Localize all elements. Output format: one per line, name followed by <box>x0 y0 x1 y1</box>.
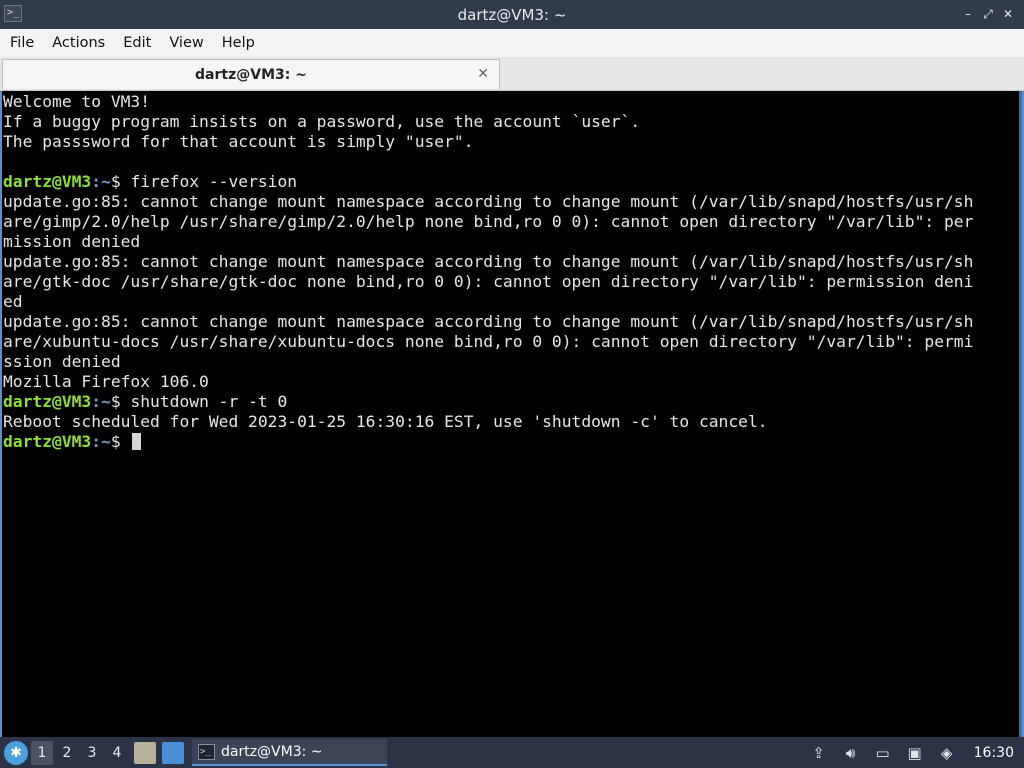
terminal-line: If a buggy program insists on a password… <box>3 112 641 131</box>
terminal-line: are/gimp/2.0/help /usr/share/gimp/2.0/he… <box>3 212 974 231</box>
workspace-2[interactable]: 2 <box>56 741 78 765</box>
terminal-prompt-line: dartz@VM3:~$ shutdown -r -t 0 <box>3 392 1022 412</box>
whisker-menu-icon[interactable]: ✱ <box>4 740 28 765</box>
file-manager-icon[interactable] <box>134 741 156 764</box>
terminal-prompt-line: dartz@VM3:~$ <box>3 432 1022 452</box>
tab-terminal[interactable]: dartz@VM3: ~ ✕ <box>2 59 500 89</box>
terminal-line: ed <box>3 292 23 311</box>
prompt-command: firefox --version <box>130 172 298 191</box>
tab-label: dartz@VM3: ~ <box>195 66 307 83</box>
taskbar: ✱ 1 2 3 4 >_ dartz@VM3: ~ ⇪ 🔊︎ ▭ ▣ ◈ 16:… <box>0 737 1024 768</box>
menu-help[interactable]: Help <box>215 29 262 57</box>
terminal-line: Mozilla Firefox 106.0 <box>3 372 209 391</box>
terminal-app-icon[interactable]: >_ <box>4 5 22 22</box>
close-button[interactable]: ✕ <box>1000 6 1016 22</box>
terminal-output[interactable]: Welcome to VM3! If a buggy program insist… <box>0 91 1024 737</box>
window-titlebar: >_ dartz@VM3: ~ – ⤢ ✕ <box>0 0 1024 29</box>
prompt-command: shutdown -r -t 0 <box>130 392 288 411</box>
prompt-symbol: $ <box>110 392 131 411</box>
terminal-line: ssion denied <box>3 352 121 371</box>
scrollbar[interactable] <box>1019 91 1022 737</box>
menu-edit[interactable]: Edit <box>116 29 158 57</box>
workspace-4[interactable]: 4 <box>106 741 128 765</box>
workspace-3[interactable]: 3 <box>81 741 103 765</box>
prompt-symbol: $ <box>110 172 131 191</box>
clock[interactable]: 16:30 <box>968 745 1020 761</box>
workspace-1[interactable]: 1 <box>31 740 53 765</box>
text-cursor <box>132 433 142 450</box>
network-icon[interactable]: ▣ <box>904 742 926 764</box>
maximize-button[interactable]: ⤢ <box>980 6 996 22</box>
prompt-symbol: $ <box>110 432 131 451</box>
show-desktop-icon[interactable] <box>162 741 184 764</box>
task-terminal[interactable]: >_ dartz@VM3: ~ <box>192 739 387 766</box>
terminal-prompt-line: dartz@VM3:~$ firefox --version <box>3 172 1022 192</box>
terminal-line: mission denied <box>3 232 141 251</box>
updates-icon[interactable]: ◈ <box>936 742 958 764</box>
terminal-line: are/xubuntu-docs /usr/share/xubuntu-docs… <box>3 332 974 351</box>
window-title: dartz@VM3: ~ <box>457 5 567 24</box>
terminal-line: are/gtk-doc /usr/share/gtk-doc none bind… <box>3 272 974 291</box>
system-tray: ⇪ 🔊︎ ▭ ▣ ◈ 16:30 <box>808 737 1024 768</box>
prompt-path: :~ <box>91 172 111 191</box>
upload-icon[interactable]: ⇪ <box>808 742 830 764</box>
clipboard-icon[interactable]: ▭ <box>872 742 894 764</box>
menu-view[interactable]: View <box>162 29 210 57</box>
terminal-line: update.go:85: cannot change mount namesp… <box>3 252 974 271</box>
menu-file[interactable]: File <box>3 29 41 57</box>
prompt-path: :~ <box>91 392 111 411</box>
tab-close-icon[interactable]: ✕ <box>477 66 489 82</box>
prompt-user: dartz@VM3 <box>3 432 92 451</box>
prompt-user: dartz@VM3 <box>3 172 92 191</box>
prompt-user: dartz@VM3 <box>3 392 92 411</box>
task-label: dartz@VM3: ~ <box>221 743 323 760</box>
prompt-path: :~ <box>91 432 111 451</box>
menu-bar: File Actions Edit View Help <box>0 29 1024 57</box>
terminal-line: The passsword for that account is simply… <box>3 132 474 151</box>
volume-icon[interactable]: 🔊︎ <box>840 742 862 764</box>
terminal-line: update.go:85: cannot change mount namesp… <box>3 192 974 211</box>
terminal-line: Reboot scheduled for Wed 2023-01-25 16:3… <box>3 412 768 431</box>
window-controls: – ⤢ ✕ <box>960 6 1016 22</box>
terminal-line: Welcome to VM3! <box>3 92 151 111</box>
menu-actions[interactable]: Actions <box>45 29 112 57</box>
minimize-button[interactable]: – <box>960 6 976 22</box>
tab-bar: dartz@VM3: ~ ✕ <box>0 57 1024 91</box>
terminal-icon: >_ <box>198 743 215 760</box>
terminal-line: update.go:85: cannot change mount namesp… <box>3 312 974 331</box>
